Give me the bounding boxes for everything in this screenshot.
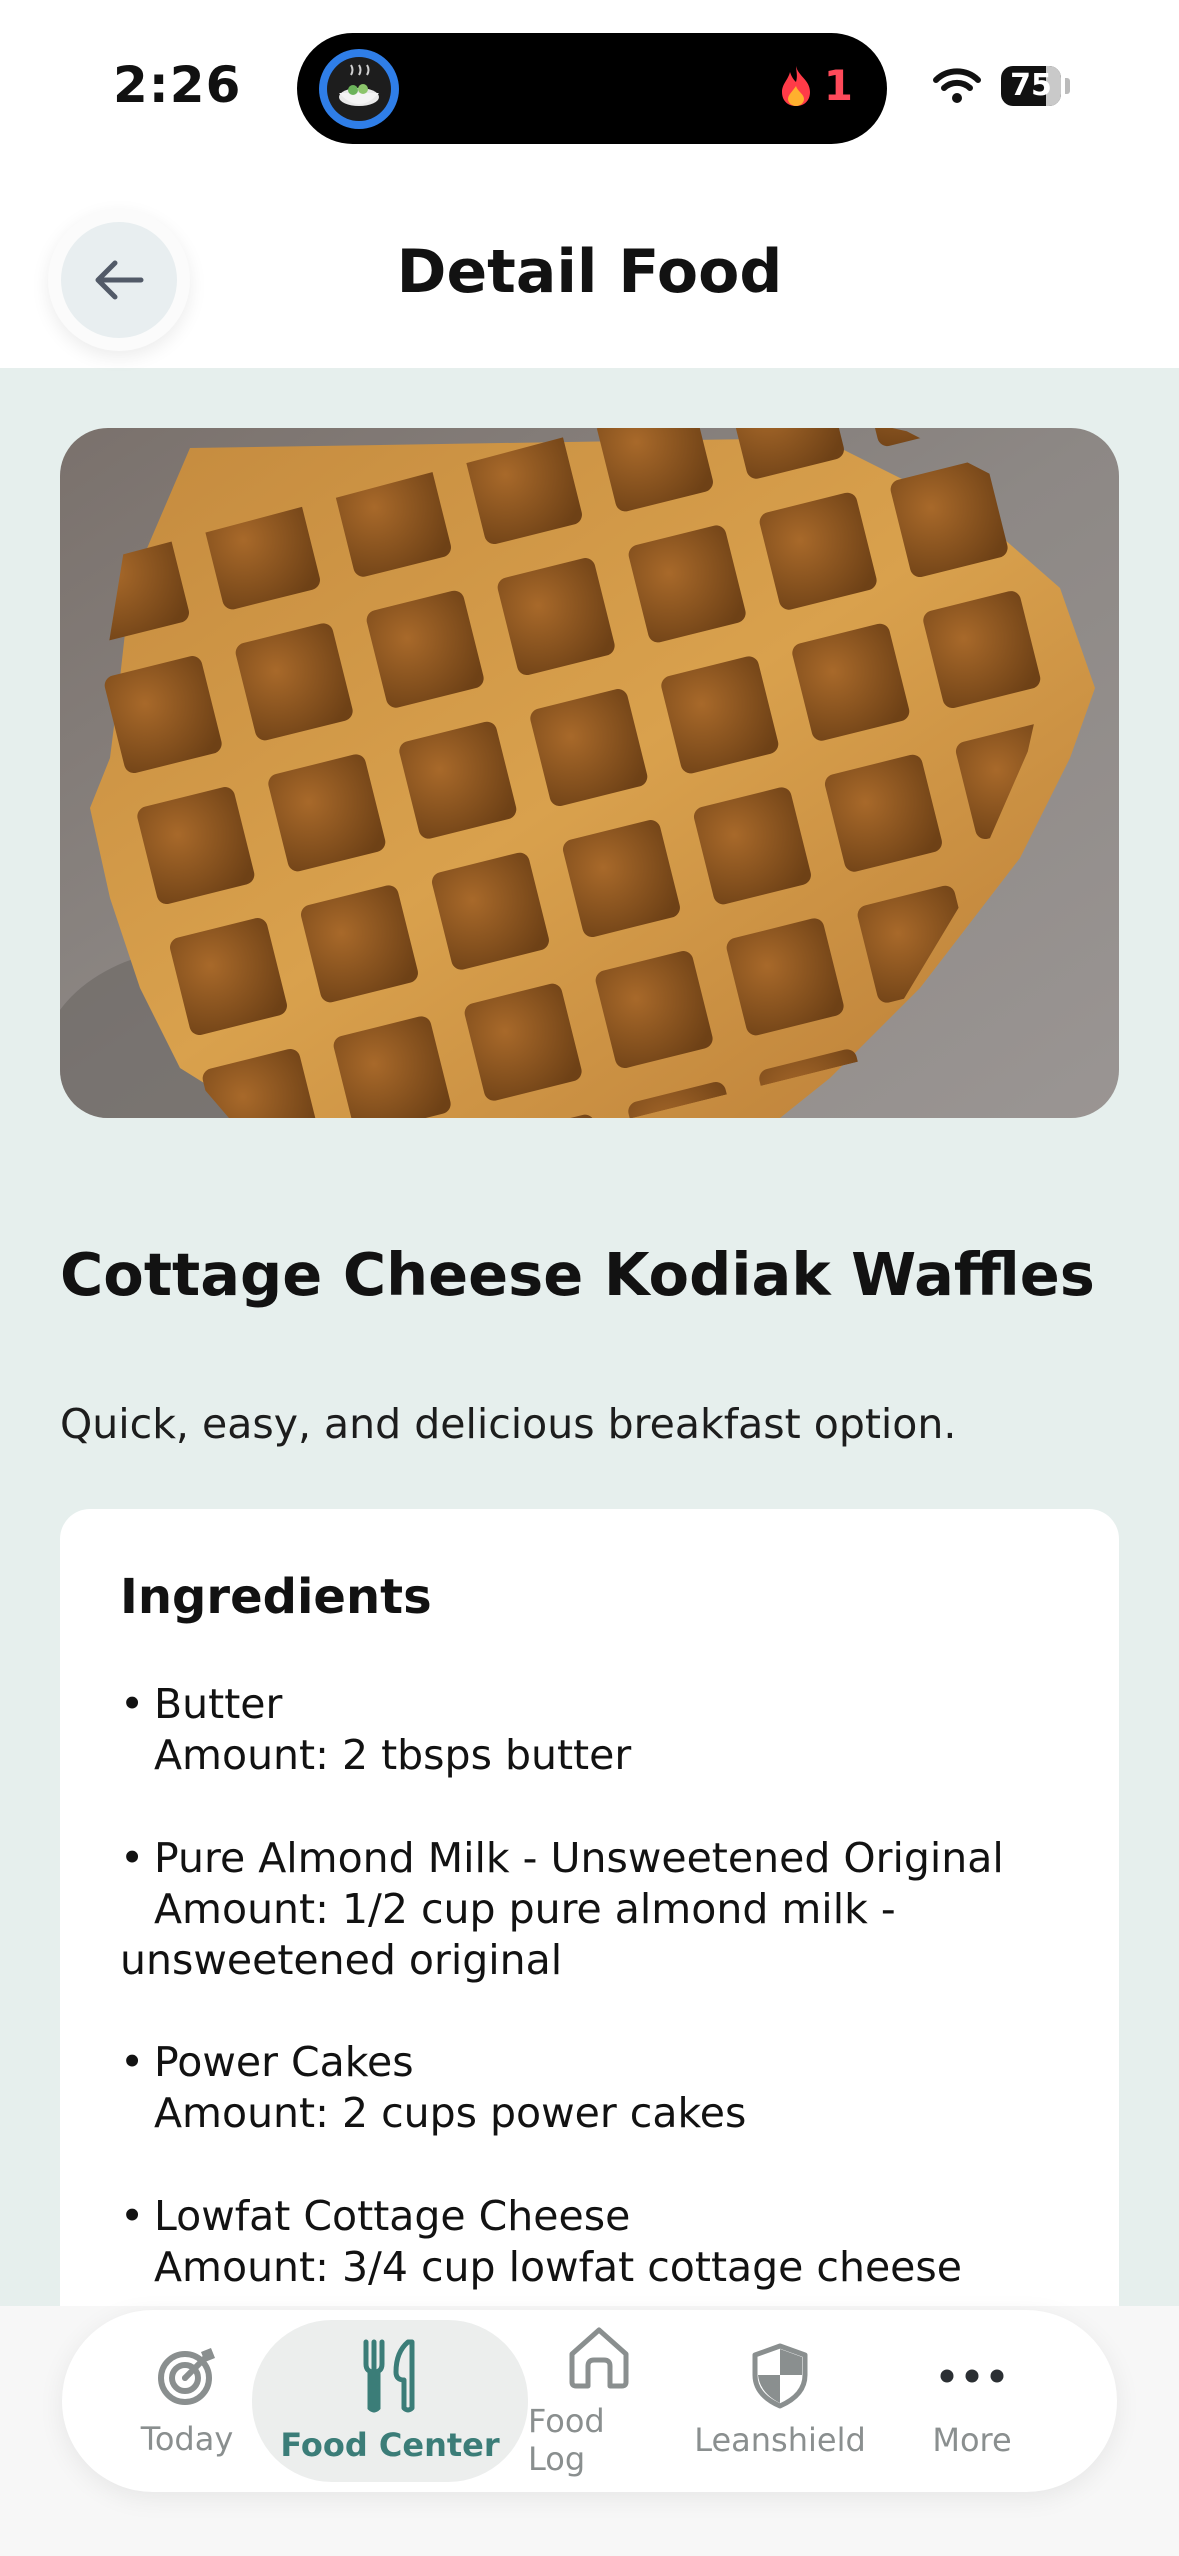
more-icon — [940, 2369, 1004, 2383]
tab-food-log[interactable]: Food Log — [528, 2310, 670, 2492]
ingredient-name: Lowfat Cottage Cheese — [154, 2192, 631, 2240]
wifi-icon — [933, 68, 981, 103]
page-title: Detail Food — [396, 237, 783, 307]
ingredient-name: Pure Almond Milk - Unsweetened Original — [154, 1834, 1004, 1882]
ingredients-card: Ingredients • Butter Amount: 2 tbsps butt… — [60, 1509, 1119, 2369]
ingredient-name: Butter — [154, 1680, 283, 1728]
page-header: Detail Food — [0, 175, 1179, 368]
ingredient-amount: Amount: 3/4 cup lowfat cottage cheese — [154, 2243, 962, 2291]
ingredient-item: • Pure Almond Milk - Unsweetened Original… — [120, 1833, 1080, 1986]
tab-label: Leanshield — [694, 2421, 866, 2459]
tab-more[interactable]: More — [892, 2310, 1052, 2492]
ingredient-item: • Lowfat Cottage Cheese Amount: 3/4 cup l… — [120, 2191, 1080, 2293]
battery-level: 75 — [1010, 68, 1052, 103]
ingredient-amount: Amount: 2 tbsps butter — [154, 1731, 632, 1779]
food-description: Quick, easy, and delicious breakfast opt… — [60, 1400, 957, 1448]
tab-label: Food Log — [528, 2402, 605, 2478]
tab-label: Food Center — [280, 2426, 500, 2464]
target-icon — [158, 2348, 215, 2405]
tab-bar: Today Food Center Food Log Leanshield Mo… — [62, 2310, 1117, 2492]
tab-food-center[interactable]: Food Center — [252, 2320, 528, 2482]
food-photo — [60, 428, 1119, 1118]
ingredients-title: Ingredients — [120, 1569, 432, 1625]
ingredient-amount: Amount: 1/2 cup pure almond milk - unswe… — [120, 1885, 896, 1984]
status-bar: 2:26 1 75 — [0, 0, 1179, 175]
fire-icon — [781, 65, 810, 106]
tab-today[interactable]: Today — [102, 2310, 272, 2492]
tab-leanshield[interactable]: Leanshield — [680, 2310, 880, 2492]
shield-icon — [752, 2343, 808, 2409]
ingredient-name: Power Cakes — [154, 2038, 414, 2086]
streak-indicator: 1 — [778, 61, 853, 110]
tab-label: More — [932, 2421, 1012, 2459]
streak-count: 1 — [823, 61, 853, 110]
food-name: Cottage Cheese Kodiak Waffles — [60, 1240, 1095, 1309]
tab-label: Today — [140, 2420, 234, 2458]
fork-knife-icon — [363, 2339, 415, 2413]
status-time: 2:26 — [113, 56, 242, 114]
battery-icon: 75 — [1001, 66, 1061, 106]
live-activity-app-icon — [319, 49, 399, 129]
dynamic-island[interactable]: 1 — [297, 33, 887, 144]
ingredient-item: • Butter Amount: 2 tbsps butter — [120, 1679, 1080, 1781]
ingredient-amount: Amount: 2 cups power cakes — [154, 2089, 747, 2137]
home-icon — [569, 2327, 629, 2389]
ingredient-item: • Power Cakes Amount: 2 cups power cakes — [120, 2037, 1080, 2139]
